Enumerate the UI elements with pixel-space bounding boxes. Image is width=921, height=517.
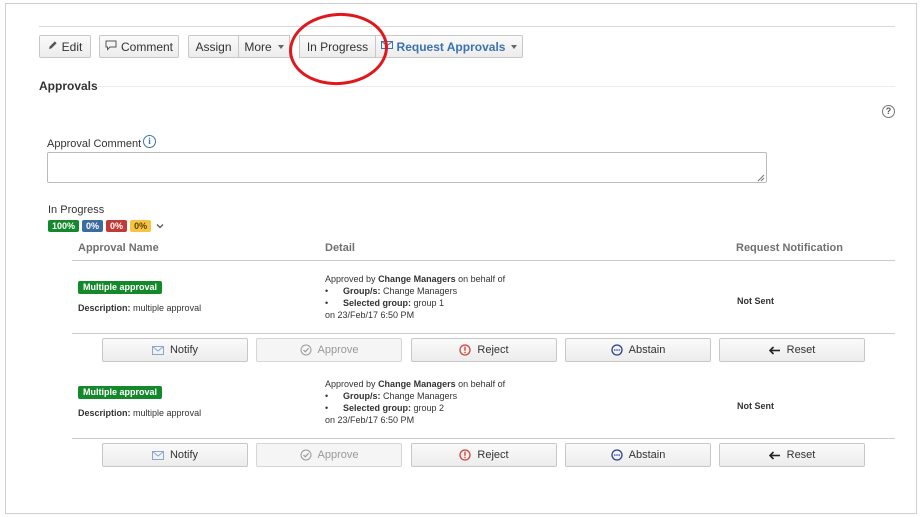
assign-label: Assign	[195, 39, 232, 54]
selected-group-label: Selected group:	[343, 403, 412, 413]
column-header-request-notification: Request Notification	[736, 242, 843, 254]
arrow-left-icon	[768, 450, 780, 460]
more-label: More	[244, 39, 272, 54]
reset-button[interactable]: Reset	[719, 338, 865, 362]
notify-button[interactable]: Notify	[102, 443, 248, 467]
pencil-icon	[48, 40, 58, 53]
envelope-icon	[151, 345, 164, 355]
in-progress-label: In Progress	[306, 39, 369, 54]
approval-description: Description: multiple approval	[78, 408, 201, 418]
reset-label: Reset	[786, 344, 816, 356]
detail-suffix: on behalf of	[458, 274, 506, 284]
list-item: • Group/s: Change Managers	[325, 391, 458, 401]
notify-label: Notify	[169, 344, 199, 356]
check-circle-icon	[300, 449, 311, 461]
abstain-label: Abstain	[628, 344, 666, 356]
selected-group-value: group 2	[413, 403, 445, 413]
reset-label: Reset	[786, 449, 816, 461]
arrow-left-icon	[768, 345, 780, 355]
abstain-button[interactable]: Abstain	[565, 338, 711, 362]
approve-button[interactable]: Approve	[256, 443, 402, 467]
row-divider	[72, 438, 895, 439]
reject-button[interactable]: Reject	[411, 338, 557, 362]
envelope-icon	[151, 450, 164, 460]
approval-status-text: In Progress	[48, 204, 105, 216]
column-header-detail: Detail	[325, 242, 355, 254]
request-approvals-dropdown[interactable]: Request Approvals	[376, 35, 523, 58]
approval-comment-field[interactable]	[47, 152, 767, 183]
approval-progress-badges: 100% 0% 0% 0%	[48, 220, 164, 232]
approval-name-lozenge: Multiple approval	[78, 386, 163, 399]
description-value: multiple approval	[133, 303, 202, 313]
detail-suffix: on behalf of	[458, 379, 506, 389]
detail-prefix: Approved by	[325, 274, 376, 284]
abstain-label: Abstain	[628, 449, 666, 461]
section-divider	[96, 86, 895, 87]
column-header-approval-name: Approval Name	[78, 242, 159, 254]
groups-value: Change Managers	[383, 286, 458, 296]
help-icon[interactable]: ?	[882, 105, 895, 118]
caret-down-icon	[511, 44, 518, 49]
approvals-section-title: Approvals	[39, 79, 98, 93]
reset-button[interactable]: Reset	[719, 443, 865, 467]
detail-prefix: Approved by	[325, 379, 376, 389]
description-value: multiple approval	[133, 408, 202, 418]
groups-value: Change Managers	[383, 391, 458, 401]
groups-label: Group/s:	[343, 286, 381, 296]
comment-label: Comment	[120, 39, 173, 54]
approval-name-lozenge: Multiple approval	[78, 281, 163, 294]
approval-envelope-icon	[380, 40, 393, 53]
abstained-percent-badge: 0%	[130, 220, 152, 232]
approval-date: on 23/Feb/17 6:50 PM	[325, 415, 415, 425]
check-circle-icon	[300, 344, 311, 356]
error-circle-icon	[459, 449, 472, 461]
approve-label: Approve	[317, 449, 359, 461]
list-item: • Selected group: group 1	[325, 298, 445, 308]
edit-label: Edit	[61, 39, 83, 54]
detail-approver: Change Managers	[378, 379, 456, 389]
approval-comment-label: Approval Comment	[47, 138, 142, 150]
approved-percent-badge: 100%	[48, 220, 80, 232]
approve-label: Approve	[317, 344, 359, 356]
description-label: Description:	[78, 408, 131, 418]
more-circle-icon	[610, 449, 623, 461]
pending-percent-badge: 0%	[82, 220, 104, 232]
reject-button[interactable]: Reject	[411, 443, 557, 467]
approve-button[interactable]: Approve	[256, 338, 402, 362]
error-circle-icon	[459, 344, 472, 356]
notify-label: Notify	[169, 449, 199, 461]
approval-date: on 23/Feb/17 6:50 PM	[325, 310, 415, 320]
request-approvals-label: Request Approvals	[396, 39, 506, 54]
caret-down-icon	[277, 44, 284, 49]
reject-label: Reject	[477, 344, 509, 356]
selected-group-value: group 1	[413, 298, 445, 308]
notify-button[interactable]: Notify	[102, 338, 248, 362]
row-divider	[72, 333, 895, 334]
list-item: • Group/s: Change Managers	[325, 286, 458, 296]
reject-label: Reject	[477, 449, 509, 461]
approval-detail: Approved by Change Managers on behalf of…	[325, 378, 505, 426]
groups-label: Group/s:	[343, 391, 381, 401]
request-notification-status: Not Sent	[737, 401, 774, 411]
more-circle-icon	[610, 344, 623, 356]
chevron-down-icon[interactable]	[156, 222, 164, 230]
comment-icon	[105, 40, 117, 54]
request-notification-status: Not Sent	[737, 296, 774, 306]
assign-button[interactable]: Assign	[188, 35, 239, 58]
abstain-button[interactable]: Abstain	[565, 443, 711, 467]
selected-group-label: Selected group:	[343, 298, 412, 308]
list-item: • Selected group: group 2	[325, 403, 445, 413]
top-divider	[39, 26, 895, 27]
detail-approver: Change Managers	[378, 274, 456, 284]
approval-detail: Approved by Change Managers on behalf of…	[325, 273, 505, 321]
rejected-percent-badge: 0%	[106, 220, 128, 232]
description-label: Description:	[78, 303, 131, 313]
in-progress-button[interactable]: In Progress	[299, 35, 376, 58]
info-icon[interactable]: i	[143, 135, 156, 148]
comment-button[interactable]: Comment	[99, 35, 179, 58]
edit-button[interactable]: Edit	[39, 35, 91, 58]
more-dropdown[interactable]: More	[239, 35, 290, 58]
table-header-divider	[72, 260, 895, 261]
approval-description: Description: multiple approval	[78, 303, 201, 313]
